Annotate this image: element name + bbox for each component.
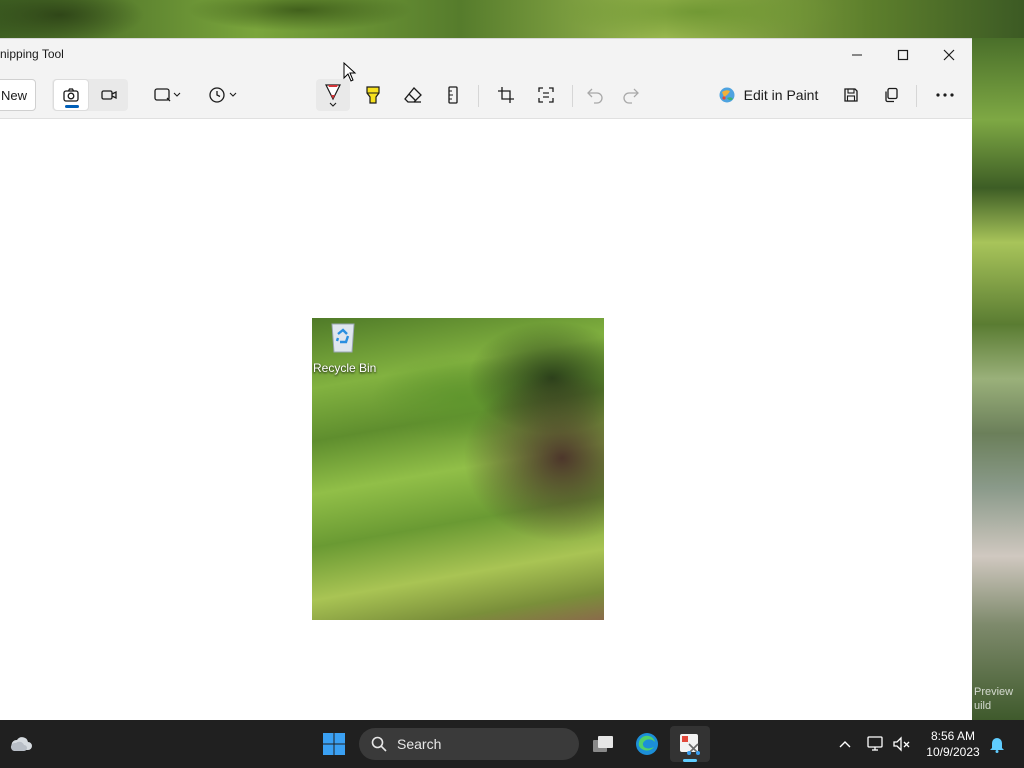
edge-icon — [636, 733, 658, 755]
paint-app-icon — [719, 87, 735, 103]
desktop-wallpaper-visible-strip — [972, 38, 1024, 720]
search-label: Search — [397, 736, 442, 752]
crop-button[interactable] — [489, 79, 523, 111]
close-button[interactable] — [926, 39, 972, 71]
ballpoint-pen-button[interactable] — [316, 79, 350, 111]
snipping-tool-window: nipping Tool New Edit in Paint Recycle B… — [0, 38, 972, 721]
video-icon — [101, 90, 117, 100]
snip-shape-dropdown[interactable] — [146, 79, 188, 111]
maximize-icon — [897, 49, 909, 61]
crop-icon — [498, 87, 514, 103]
save-icon — [844, 88, 858, 102]
snip-mode-button[interactable] — [53, 79, 89, 111]
clock-icon — [209, 87, 237, 103]
highlighter-button[interactable] — [356, 79, 390, 111]
ruler-button[interactable] — [436, 79, 470, 111]
edit-in-paint-button[interactable]: Edit in Paint — [716, 79, 820, 111]
ruler-icon — [448, 86, 458, 104]
show-hidden-icons-button[interactable] — [834, 726, 856, 762]
redo-button[interactable] — [614, 79, 648, 111]
capture-mode-toggle — [52, 79, 128, 111]
minimize-button[interactable] — [834, 39, 880, 71]
task-view-icon — [593, 736, 613, 752]
text-actions-icon — [538, 87, 554, 103]
windows-logo-icon — [323, 733, 345, 755]
mouse-pointer-icon — [343, 62, 357, 82]
start-button[interactable] — [314, 726, 354, 762]
toolbar-divider — [572, 85, 573, 107]
new-snip-button[interactable]: New — [0, 79, 36, 111]
save-button[interactable] — [834, 79, 868, 111]
copy-button[interactable] — [874, 79, 908, 111]
camera-icon — [63, 88, 79, 102]
captured-snip-image[interactable]: Recycle Bin — [312, 318, 604, 620]
delay-dropdown[interactable] — [202, 79, 244, 111]
more-icon — [936, 93, 954, 97]
copy-icon — [885, 87, 898, 103]
toolbar-divider — [916, 85, 917, 107]
notifications-button[interactable] — [986, 726, 1008, 762]
title-bar[interactable]: nipping Tool — [0, 39, 972, 71]
redo-icon — [623, 88, 639, 104]
active-mode-indicator — [65, 105, 79, 108]
snipping-tool-icon — [680, 734, 700, 755]
recycle-bin-icon — [331, 323, 355, 353]
chevron-up-icon — [839, 741, 851, 748]
text-actions-button[interactable] — [529, 79, 563, 111]
taskbar-clock[interactable]: 8:56 AM 10/9/2023 — [920, 728, 986, 760]
taskbar: Search 8:56 AM 10/9/2023 — [0, 720, 1024, 768]
recycle-bin-label: Recycle Bin — [313, 361, 377, 375]
running-app-indicator — [683, 759, 697, 762]
close-icon — [943, 49, 955, 61]
clock-date: 10/9/2023 — [926, 745, 980, 759]
edit-in-paint-label: Edit in Paint — [743, 87, 819, 103]
search-icon — [371, 736, 387, 752]
snipping-tool-taskbar-button[interactable] — [670, 726, 710, 762]
eraser-icon — [404, 87, 422, 103]
ballpoint-pen-icon — [325, 84, 341, 107]
clock-time: 8:56 AM — [930, 729, 976, 743]
task-view-button[interactable] — [583, 726, 623, 762]
watermark-line-2: uild — [974, 700, 992, 712]
network-icon — [867, 736, 883, 751]
rectangle-snip-icon — [154, 88, 181, 102]
volume-muted-icon — [893, 736, 910, 752]
window-title: nipping Tool — [0, 47, 64, 61]
maximize-button[interactable] — [880, 39, 926, 71]
weather-cloud-icon — [10, 737, 32, 751]
widgets-button[interactable] — [2, 726, 42, 762]
undo-button[interactable] — [578, 79, 612, 111]
snip-canvas[interactable]: Recycle Bin — [0, 119, 972, 721]
taskbar-search-box[interactable]: Search — [359, 728, 579, 760]
edge-browser-button[interactable] — [627, 726, 667, 762]
undo-icon — [587, 88, 603, 104]
more-options-button[interactable] — [928, 79, 962, 111]
highlighter-icon — [366, 86, 380, 104]
record-mode-button[interactable] — [91, 79, 127, 111]
volume-button[interactable] — [890, 726, 914, 762]
eraser-button[interactable] — [396, 79, 430, 111]
toolbar-divider — [478, 85, 479, 107]
bell-icon — [990, 738, 1004, 753]
toolbar: New Edit in Paint — [0, 71, 972, 119]
watermark-line-1: Preview — [974, 686, 1014, 698]
minimize-icon — [852, 54, 862, 56]
desktop-watermark: Preview uild — [974, 685, 1024, 713]
network-status-button[interactable] — [864, 726, 888, 762]
